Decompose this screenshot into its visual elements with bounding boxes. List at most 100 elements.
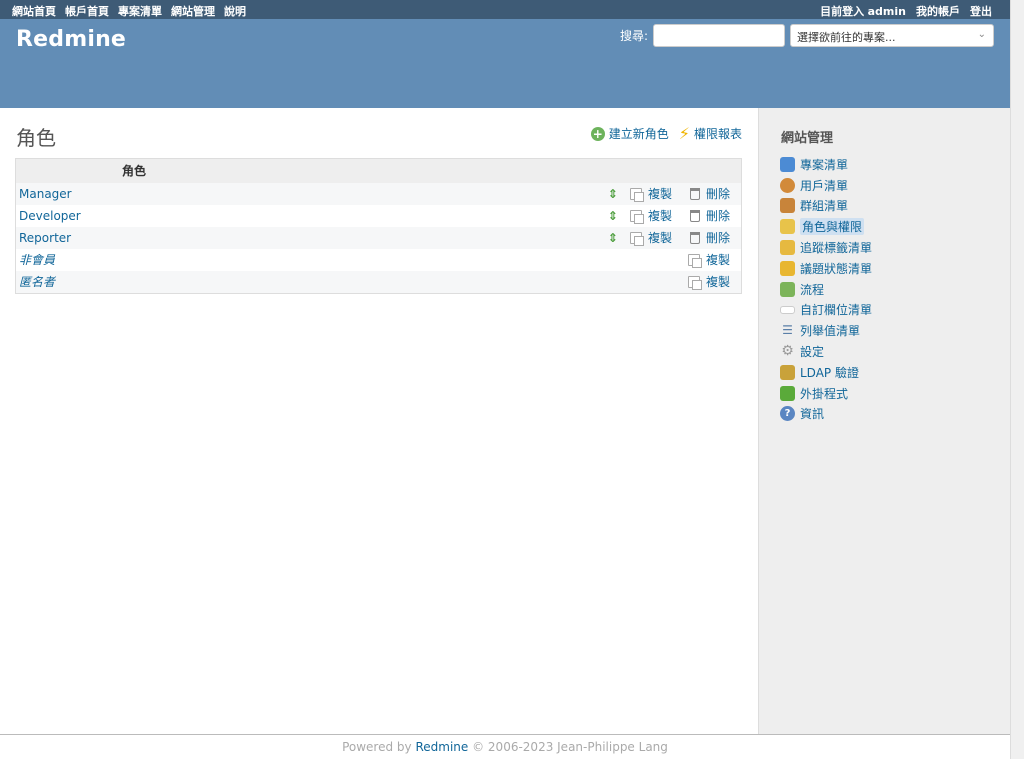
top-menu-projects[interactable]: 專案清單 — [118, 3, 162, 19]
contextual-actions: + 建立新角色 ⚡ 權限報表 — [590, 124, 742, 143]
roles-column-header: 角色 — [15, 158, 742, 183]
copy-icon — [687, 253, 702, 268]
sidebar-item-settings[interactable]: ⚙ 設定 — [780, 341, 872, 362]
top-menu-my-page[interactable]: 帳戶首頁 — [65, 3, 109, 19]
user-icon — [780, 177, 795, 193]
main-content: 角色 + 建立新角色 ⚡ 權限報表 角色 Manager ⇕ 複製 刪除 Dev… — [0, 108, 758, 734]
trash-icon — [689, 187, 700, 200]
new-role-button[interactable]: + 建立新角色 — [590, 125, 669, 142]
logged-as: 目前登入 admin — [820, 3, 906, 19]
sidebar-item-plugins[interactable]: 外掛程式 — [780, 383, 872, 404]
group-icon — [780, 198, 795, 214]
sidebar-item-label: 群組清單 — [800, 199, 849, 214]
copy-icon — [687, 275, 702, 290]
project-jump-placeholder: 選擇欲前往的專案... — [797, 31, 896, 44]
row-actions: ⇕ 複製 刪除 — [608, 207, 738, 224]
footer-copyright: © 2006-2023 Jean-Philippe Lang — [472, 740, 668, 754]
copy-label: 複製 — [705, 275, 730, 289]
top-menu: 網站首頁 帳戶首頁 專案清單 網站管理 說明 目前登入 admin 我的帳戶 登… — [0, 0, 1010, 19]
copy-icon — [629, 187, 644, 202]
drag-sort-icon[interactable]: ⇕ — [608, 187, 618, 201]
delete-button[interactable]: 刪除 — [689, 185, 730, 202]
sidebar-item-trackers[interactable]: 追蹤標籤清單 — [780, 237, 872, 258]
row-actions: ⇕ 複製 刪除 — [608, 185, 738, 202]
logged-as-label: 目前登入 — [820, 5, 865, 18]
logout-link[interactable]: 登出 — [970, 3, 992, 19]
sidebar-title: 網站管理 — [781, 131, 834, 146]
project-jump-select[interactable]: 選擇欲前往的專案... ⌄ — [790, 24, 994, 47]
app-title: Redmine — [16, 27, 127, 52]
role-link[interactable]: Manager — [19, 187, 72, 201]
sidebar-item-projects[interactable]: 專案清單 — [780, 154, 872, 175]
copy-button[interactable]: 複製 — [687, 273, 730, 290]
settings-icon: ⚙ — [781, 343, 794, 360]
sidebar-item-label: 外掛程式 — [800, 386, 849, 401]
sidebar-item-groups[interactable]: 群組清單 — [780, 196, 872, 217]
sidebar-item-label: 角色與權限 — [800, 218, 865, 236]
workflow-icon — [780, 281, 795, 297]
delete-button[interactable]: 刪除 — [689, 207, 730, 224]
lightning-icon: ⚡ — [678, 124, 690, 143]
role-link[interactable]: 匿名者 — [19, 273, 55, 290]
table-row: Developer ⇕ 複製 刪除 — [16, 204, 742, 227]
header: Redmine 搜尋: 選擇欲前往的專案... ⌄ — [0, 19, 1010, 108]
copy-icon — [629, 209, 644, 224]
delete-button[interactable]: 刪除 — [689, 229, 730, 246]
table-row: Reporter ⇕ 複製 刪除 — [16, 226, 742, 249]
top-menu-right: 目前登入 admin 我的帳戶 登出 — [820, 3, 992, 19]
sidebar-item-label: 專案清單 — [800, 157, 849, 172]
role-link[interactable]: 非會員 — [19, 251, 55, 268]
page-title: 角色 — [16, 126, 56, 150]
my-account-link[interactable]: 我的帳戶 — [916, 3, 960, 19]
permissions-report-button[interactable]: ⚡ 權限報表 — [679, 124, 742, 143]
drag-sort-icon[interactable]: ⇕ — [608, 231, 618, 245]
sidebar: 網站管理 專案清單 用戶清單 群組清單 角色與權限 追蹤標籤清單 議題狀態清單 … — [758, 108, 1010, 734]
top-menu-help[interactable]: 說明 — [224, 3, 246, 19]
chevron-down-icon: ⌄ — [977, 29, 986, 40]
copy-button[interactable]: 複製 — [629, 207, 672, 224]
sidebar-item-custom-fields[interactable]: 自訂欄位清單 — [780, 300, 872, 321]
trash-icon — [689, 231, 700, 244]
sidebar-item-label: 設定 — [800, 345, 825, 360]
sidebar-item-label: 議題狀態清單 — [800, 261, 873, 276]
sidebar-item-label: 用戶清單 — [800, 178, 849, 193]
copy-button[interactable]: 複製 — [687, 251, 730, 268]
table-row: 非會員 複製 — [16, 248, 742, 271]
sidebar-item-roles[interactable]: 角色與權限 — [780, 216, 872, 237]
delete-label: 刪除 — [705, 187, 730, 201]
scrollbar[interactable] — [1010, 0, 1024, 759]
sidebar-item-label: 自訂欄位清單 — [800, 303, 873, 318]
sidebar-item-enumerations[interactable]: ☰ 列舉值清單 — [780, 320, 872, 341]
new-role-label: 建立新角色 — [608, 127, 669, 141]
row-actions: 複製 — [687, 273, 738, 290]
footer-prefix: Powered by — [342, 740, 412, 754]
delete-label: 刪除 — [705, 231, 730, 245]
permissions-report-label: 權限報表 — [693, 127, 742, 141]
sidebar-item-issue-statuses[interactable]: 議題狀態清單 — [780, 258, 872, 279]
drag-sort-icon[interactable]: ⇕ — [608, 209, 618, 223]
username-link[interactable]: admin — [868, 5, 906, 18]
top-menu-home[interactable]: 網站首頁 — [12, 3, 56, 19]
trackers-icon — [780, 240, 795, 256]
copy-label: 複製 — [705, 253, 730, 267]
copy-label: 複製 — [647, 231, 672, 245]
sidebar-item-info[interactable]: ? 資訊 — [780, 404, 872, 425]
copy-button[interactable]: 複製 — [629, 185, 672, 202]
copy-icon — [629, 231, 644, 246]
projects-icon — [780, 156, 795, 172]
row-actions: 複製 — [687, 251, 738, 268]
sidebar-item-workflow[interactable]: 流程 — [780, 279, 872, 300]
sidebar-item-label: 資訊 — [800, 407, 825, 422]
plugins-icon — [780, 385, 795, 401]
sidebar-item-label: 追蹤標籤清單 — [800, 241, 873, 256]
trash-icon — [689, 209, 700, 222]
footer-redmine-link[interactable]: Redmine — [415, 740, 468, 754]
role-link[interactable]: Developer — [19, 209, 81, 223]
sidebar-item-users[interactable]: 用戶清單 — [780, 175, 872, 196]
copy-button[interactable]: 複製 — [629, 229, 672, 246]
admin-menu: 專案清單 用戶清單 群組清單 角色與權限 追蹤標籤清單 議題狀態清單 流程 自訂… — [780, 154, 872, 424]
role-link[interactable]: Reporter — [19, 231, 71, 245]
search-input[interactable] — [653, 24, 785, 47]
top-menu-administration[interactable]: 網站管理 — [171, 3, 215, 19]
sidebar-item-ldap[interactable]: LDAP 驗證 — [780, 362, 872, 383]
